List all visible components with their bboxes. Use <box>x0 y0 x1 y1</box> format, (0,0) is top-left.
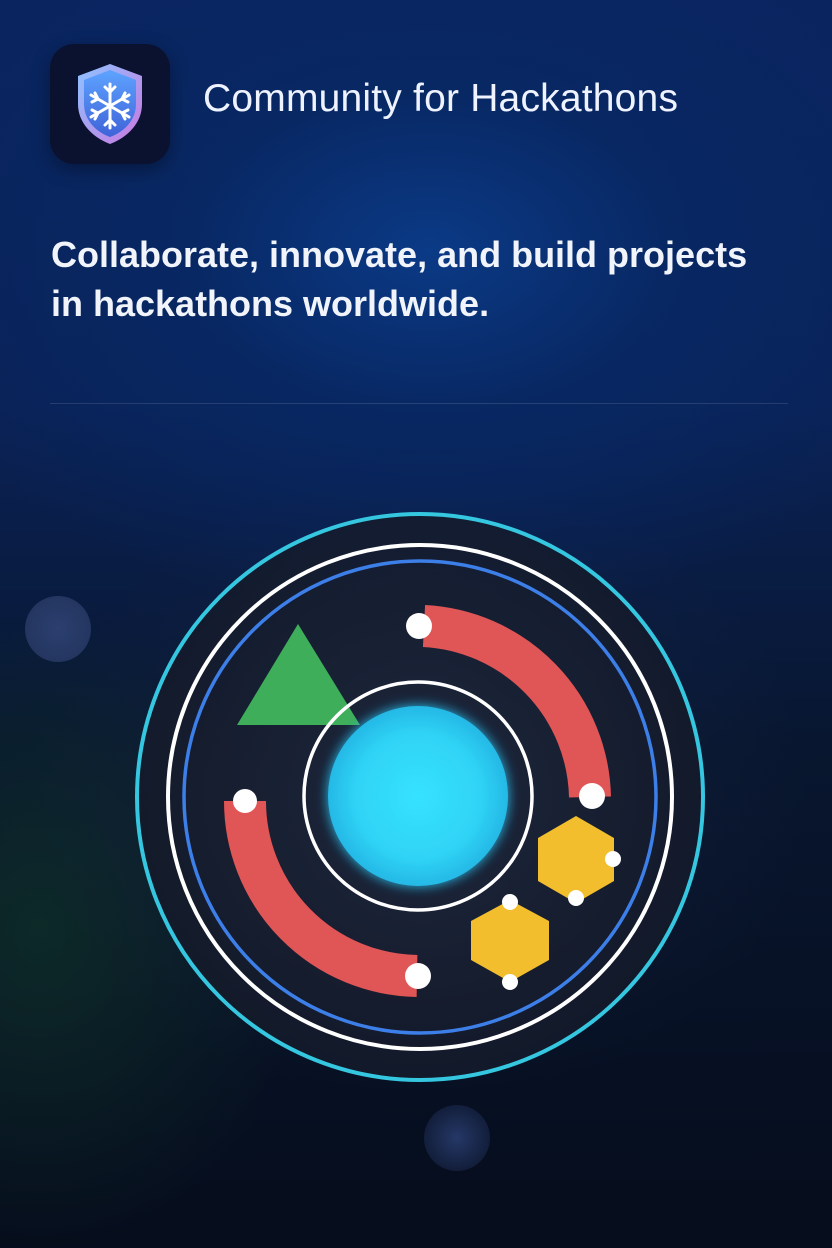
hackathon-orbit-illustration <box>135 512 705 1082</box>
core-circle <box>328 706 508 886</box>
node <box>502 974 518 990</box>
node <box>233 789 257 813</box>
node <box>568 890 584 906</box>
node <box>405 963 431 989</box>
node <box>579 783 605 809</box>
node <box>605 851 621 867</box>
node <box>406 613 432 639</box>
node <box>502 894 518 910</box>
